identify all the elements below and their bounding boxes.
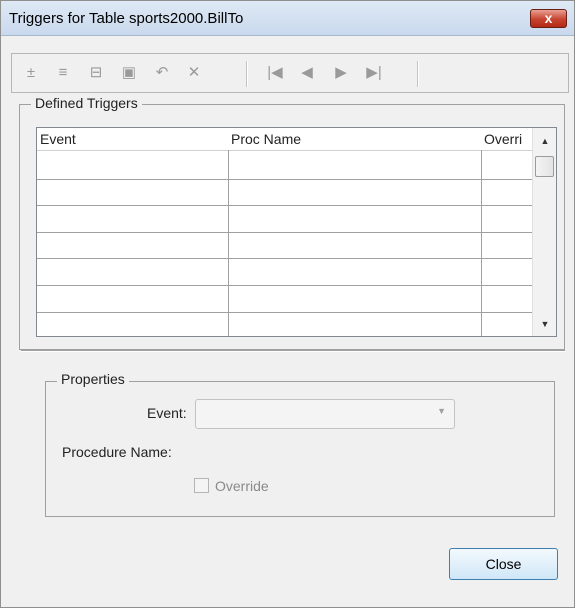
insert-row-icon[interactable]: ≡	[52, 62, 74, 84]
vertical-scrollbar[interactable]: ▲ ▼	[532, 128, 556, 336]
last-record-icon[interactable]: ▶|	[363, 62, 385, 84]
procedure-name-label: Procedure Name:	[62, 444, 172, 460]
scroll-up-icon[interactable]: ▲	[533, 132, 556, 150]
close-icon: x	[544, 10, 553, 26]
scroll-down-icon[interactable]: ▼	[533, 315, 556, 333]
properties-legend: Properties	[57, 371, 129, 387]
event-combobox[interactable]: ▼	[195, 399, 455, 429]
table-row[interactable]	[37, 179, 532, 180]
column-header-proc-name[interactable]: Proc Name	[228, 128, 481, 150]
window-close-button[interactable]: x	[530, 9, 567, 28]
override-checkbox[interactable]	[194, 478, 209, 493]
triggers-grid[interactable]: Event Proc Name Overri ▲ ▼	[36, 127, 557, 337]
delete-icon[interactable]: ✕	[183, 62, 205, 84]
table-row[interactable]	[37, 285, 532, 286]
undo-icon[interactable]: ↶	[151, 62, 173, 84]
toolbar-separator	[246, 61, 248, 87]
close-button[interactable]: Close	[449, 548, 558, 580]
table-row[interactable]	[37, 232, 532, 233]
column-header-override[interactable]: Overri	[481, 128, 532, 150]
first-record-icon[interactable]: |◀	[264, 62, 286, 84]
section-divider	[21, 350, 565, 352]
event-label: Event:	[147, 405, 187, 421]
triggers-dialog: Triggers for Table sports2000.BillTo x ±…	[0, 0, 575, 608]
grid-header: Event Proc Name Overri	[37, 128, 532, 151]
add-trigger-icon[interactable]: ±	[20, 62, 42, 84]
previous-record-icon[interactable]: ◀	[296, 62, 318, 84]
copy-row-icon[interactable]: ⊟	[85, 62, 107, 84]
override-label[interactable]: Override	[215, 478, 269, 494]
save-icon[interactable]: ▣	[118, 62, 140, 84]
chevron-down-icon[interactable]: ▼	[437, 406, 446, 416]
table-row[interactable]	[37, 258, 532, 259]
scrollbar-thumb[interactable]	[535, 156, 554, 177]
window-title: Triggers for Table sports2000.BillTo	[9, 10, 244, 27]
toolbar-separator	[417, 61, 419, 87]
table-row[interactable]	[37, 205, 532, 206]
toolbar: ± ≡ ⊟ ▣ ↶ ✕ |◀ ◀ ▶ ▶|	[11, 53, 569, 93]
title-bar: Triggers for Table sports2000.BillTo x	[1, 1, 574, 36]
column-header-event[interactable]: Event	[37, 128, 228, 150]
defined-triggers-legend: Defined Triggers	[31, 95, 142, 111]
table-row[interactable]	[37, 312, 532, 313]
next-record-icon[interactable]: ▶	[330, 62, 352, 84]
